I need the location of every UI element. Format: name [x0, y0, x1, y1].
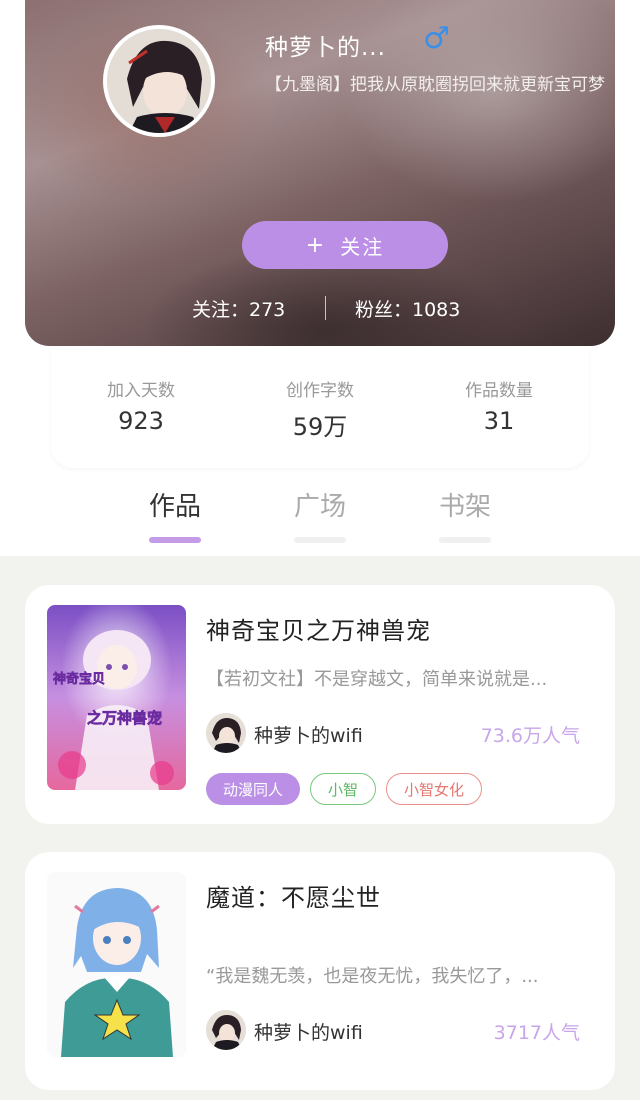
follow-button-label: 关注 — [340, 234, 385, 259]
popularity-count: 3717人气 — [493, 1022, 580, 1044]
stat-value: 923 — [118, 407, 164, 435]
popularity-count: 73.6万人气 — [480, 725, 580, 747]
stats-card: 加入天数 923 创作字数 59万 作品数量 31 — [51, 346, 589, 468]
plus-icon: + — [305, 232, 327, 258]
author-avatar[interactable] — [206, 713, 246, 753]
follow-counts: 关注：273 粉丝：1083 — [25, 293, 615, 323]
stat-value: 59万 — [292, 413, 348, 441]
cover-title-line2: 之万神兽宠 — [87, 709, 162, 727]
tab-indicator — [294, 537, 346, 543]
tag[interactable]: 小智 — [310, 773, 377, 805]
tab-bookshelf[interactable]: 书架 — [415, 486, 515, 543]
stat-value: 31 — [483, 407, 515, 435]
stat-word-count: 创作字数 59万 — [230, 376, 410, 442]
book-card[interactable]: 神奇宝贝 之万神兽宠 神奇宝贝之万神兽宠 【若初文社】不是穿越文，简单来说就是.… — [25, 585, 615, 824]
follow-button[interactable]: + 关注 — [242, 221, 448, 269]
author-row[interactable]: 种萝卜的wifi 73.6万人气 — [206, 713, 586, 753]
author-avatar[interactable] — [206, 1010, 246, 1050]
book-description: 【若初文社】不是穿越文，简单来说就是... — [206, 669, 548, 690]
author-row[interactable]: 种萝卜的wifi 3717人气 — [206, 1010, 586, 1050]
tag[interactable]: 小智女化 — [386, 773, 483, 805]
tab-label: 广场 — [293, 492, 346, 522]
author-name: 种萝卜的wifi — [254, 725, 363, 747]
book-cover[interactable]: 神奇宝贝 之万神兽宠 — [47, 605, 186, 790]
tab-label: 作品 — [148, 492, 201, 522]
avatar[interactable] — [103, 25, 215, 137]
tab-label: 书架 — [438, 492, 491, 522]
fans-count[interactable]: 粉丝：1083 — [355, 295, 460, 322]
stat-label: 作品数量 — [465, 381, 533, 401]
stat-works-count: 作品数量 31 — [409, 376, 589, 435]
cover-title-line1: 神奇宝贝 — [53, 671, 105, 687]
stat-label: 创作字数 — [286, 381, 354, 401]
profile-tabs: 作品 广场 书架 — [0, 486, 640, 546]
tag[interactable]: 动漫同人 — [206, 773, 301, 805]
author-name: 种萝卜的wifi — [254, 1022, 363, 1044]
book-card[interactable]: 魔道：不愿尘世 “我是魏无羡，也是夜无忧，我失忆了，... 种萝卜的wifi 3… — [25, 852, 615, 1090]
male-gender-icon: ♂ — [423, 21, 450, 56]
stat-join-days: 加入天数 923 — [51, 376, 231, 435]
stat-label: 加入天数 — [107, 381, 175, 401]
profile-bio: 【九墨阁】把我从原耽圈拐回来就更新宝可梦 — [265, 75, 605, 95]
book-title[interactable]: 魔道：不愿尘世 — [206, 878, 381, 913]
book-title[interactable]: 神奇宝贝之万神兽宠 — [206, 611, 431, 646]
tab-plaza[interactable]: 广场 — [270, 486, 370, 543]
following-count[interactable]: 关注：273 — [192, 295, 285, 322]
tab-indicator — [439, 537, 491, 543]
tag-list: 动漫同人 小智 小智女化 — [206, 773, 483, 805]
tab-works[interactable]: 作品 — [125, 486, 225, 543]
tab-indicator — [149, 537, 201, 543]
book-cover[interactable] — [47, 872, 186, 1057]
divider — [325, 296, 326, 320]
book-description: “我是魏无羡，也是夜无忧，我失忆了，... — [206, 966, 539, 987]
nickname: 种萝卜的... — [265, 35, 386, 61]
profile-header: 种萝卜的... ♂ 【九墨阁】把我从原耽圈拐回来就更新宝可梦 + 关注 关注：2… — [25, 0, 615, 346]
